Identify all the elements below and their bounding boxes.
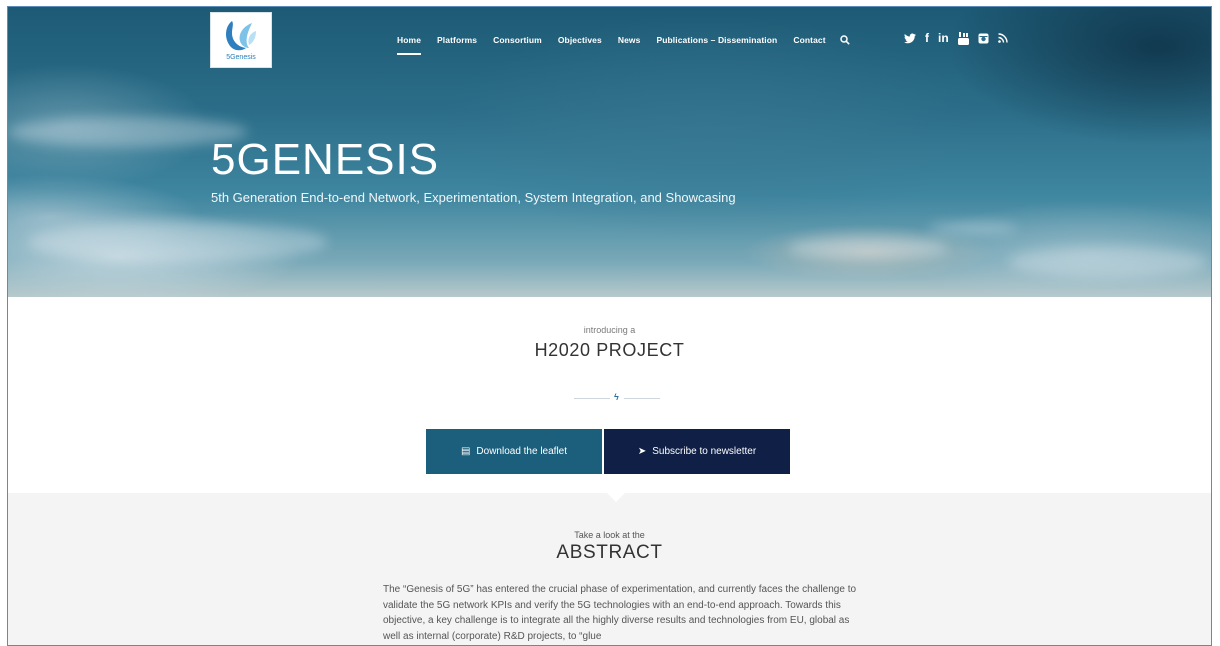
- section-divider: ϟ: [574, 392, 660, 402]
- rss-icon[interactable]: [997, 33, 1008, 43]
- intro-heading: H2020 PROJECT: [534, 340, 685, 360]
- hero-subtitle: 5th Generation End-to-end Network, Exper…: [211, 190, 736, 205]
- hero-banner: 5Genesis Home Platforms Consortium Objec…: [8, 7, 1211, 297]
- search-icon[interactable]: [839, 35, 850, 45]
- download-leaflet-button[interactable]: ▤ Download the leaflet: [426, 429, 602, 474]
- nav-item-contact[interactable]: Contact: [793, 35, 825, 45]
- facebook-icon[interactable]: f: [925, 31, 929, 45]
- nav-item-platforms[interactable]: Platforms: [437, 35, 477, 45]
- linkedin-icon[interactable]: in: [938, 31, 949, 45]
- divider-line: [574, 398, 610, 399]
- youtube-icon[interactable]: [957, 31, 969, 45]
- twitter-icon[interactable]: [904, 33, 916, 44]
- nav-item-consortium[interactable]: Consortium: [493, 35, 542, 45]
- divider-line: [624, 398, 660, 399]
- subscribe-newsletter-label: Subscribe to newsletter: [652, 446, 757, 457]
- subscribe-newsletter-button[interactable]: ➤ Subscribe to newsletter: [604, 429, 790, 474]
- main-nav: Home Platforms Consortium Objectives New…: [397, 32, 850, 55]
- download-leaflet-label: Download the leaflet: [476, 446, 568, 457]
- hero-title: 5GENESIS: [211, 135, 440, 184]
- nav-item-objectives[interactable]: Objectives: [558, 35, 602, 45]
- site-logo[interactable]: 5Genesis: [210, 12, 272, 68]
- logo-mark-icon: [226, 21, 256, 51]
- paper-plane-icon: ➤: [637, 446, 647, 457]
- social-links: f in: [904, 31, 1008, 45]
- abstract-heading: ABSTRACT: [556, 542, 663, 563]
- cloud-decoration: [928, 222, 1018, 234]
- intro-section: introducing a H2020 PROJECT ϟ ▤ Download…: [8, 297, 1211, 492]
- abstract-kicker: Take a look at the: [574, 530, 645, 540]
- browser-viewport: 5Genesis Home Platforms Consortium Objec…: [7, 6, 1212, 646]
- section-notch: [606, 492, 626, 502]
- intro-kicker: introducing a: [583, 325, 636, 335]
- nav-item-publications[interactable]: Publications – Dissemination: [656, 35, 777, 45]
- nav-item-home[interactable]: Home: [397, 35, 422, 55]
- cloud-decoration: [788, 237, 948, 259]
- logo-text: 5Genesis: [226, 54, 256, 61]
- book-icon: ▤: [460, 446, 471, 457]
- instagram-icon[interactable]: [978, 33, 989, 44]
- bolt-icon: ϟ: [614, 392, 619, 402]
- cloud-decoration: [28, 222, 328, 262]
- abstract-section: Take a look at the ABSTRACT The “Genesis…: [8, 492, 1211, 645]
- nav-item-news[interactable]: News: [618, 35, 641, 45]
- cloud-decoration: [1008, 247, 1208, 277]
- abstract-body: The “Genesis of 5G” has entered the cruc…: [383, 584, 857, 643]
